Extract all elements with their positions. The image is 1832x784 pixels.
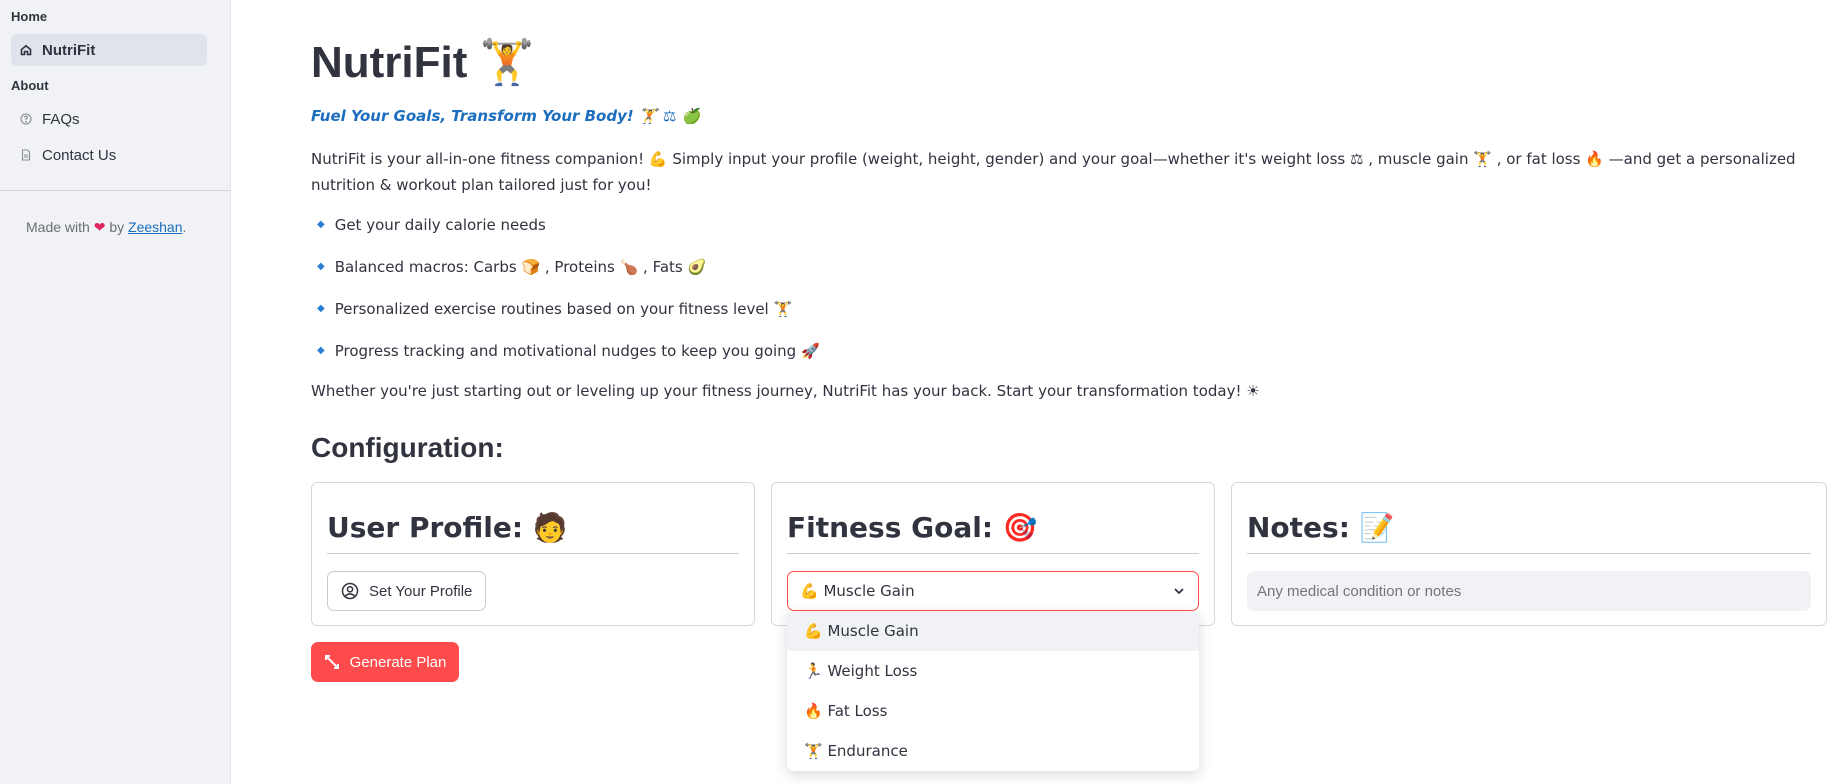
expand-arrows-icon: [324, 654, 340, 670]
list-item: ◆ Get your daily calorie needs: [311, 212, 820, 254]
list-item: ◆ Progress tracking and motivational nudg…: [311, 338, 820, 380]
dropdown-option-fat-loss[interactable]: 🔥 Fat Loss: [787, 691, 1199, 731]
user-profile-card: User Profile: 🧑 Set Your Profile: [311, 482, 755, 626]
fitness-goal-heading: Fitness Goal: 🎯: [787, 511, 1038, 544]
dropdown-option-endurance[interactable]: 🏋 Endurance: [787, 731, 1199, 771]
divider: [787, 553, 1199, 554]
diamond-bullet-icon: ◆: [317, 219, 325, 230]
home-icon: [20, 44, 32, 56]
user-profile-heading: User Profile: 🧑: [327, 511, 568, 544]
notes-heading: Notes: 📝: [1247, 511, 1395, 544]
fitness-goal-card: Fitness Goal: 🎯 💪 Muscle Gain: [771, 482, 1215, 626]
notes-input[interactable]: [1247, 571, 1811, 611]
help-circle-icon: [20, 113, 32, 125]
list-item: ◆ Personalized exercise routines based on…: [311, 296, 820, 338]
tagline: Fuel Your Goals, Transform Your Body! 🏋 …: [311, 107, 701, 125]
sidebar-item-contact-us[interactable]: Contact Us: [11, 139, 207, 171]
description: NutriFit is your all-in-one fitness comp…: [311, 150, 1796, 194]
user-circle-icon: [341, 582, 359, 600]
select-value: 💪 Muscle Gain: [800, 582, 915, 600]
diamond-bullet-icon: ◆: [317, 303, 325, 314]
set-profile-button[interactable]: Set Your Profile: [327, 571, 487, 611]
author-link[interactable]: Zeeshan: [128, 219, 182, 235]
closing-text: Whether you're just starting out or leve…: [311, 382, 1260, 400]
sidebar-item-faqs[interactable]: FAQs: [11, 103, 207, 135]
sidebar-item-label: Contact Us: [42, 146, 117, 164]
sidebar-item-label: FAQs: [42, 110, 80, 128]
sidebar-divider: [0, 190, 231, 191]
generate-plan-button[interactable]: Generate Plan: [311, 642, 459, 682]
made-with-footer: Made with ❤ by Zeeshan.: [26, 219, 187, 236]
document-icon: [20, 149, 32, 161]
weightlifter-icon: 🏋: [479, 37, 535, 88]
chevron-down-icon: [1172, 584, 1186, 598]
sidebar-item-nutrifit[interactable]: NutriFit: [11, 34, 207, 66]
divider: [327, 553, 739, 554]
nav-section-home: Home: [11, 9, 48, 24]
sidebar-item-label: NutriFit: [42, 41, 96, 59]
fitness-goal-select[interactable]: 💪 Muscle Gain: [787, 571, 1199, 611]
dropdown-option-muscle-gain[interactable]: 💪 Muscle Gain: [787, 611, 1199, 651]
sidebar: Home NutriFit About FAQs Contact Us Made…: [0, 0, 231, 784]
divider: [1247, 553, 1811, 554]
heart-icon: ❤: [93, 220, 106, 236]
notes-card: Notes: 📝: [1231, 482, 1827, 626]
list-item: ◆ Balanced macros: Carbs 🍞 , Proteins 🍗 ,…: [311, 254, 820, 296]
fitness-goal-dropdown: 💪 Muscle Gain 🏃 Weight Loss 🔥 Fat Loss 🏋…: [787, 611, 1199, 771]
page-title: NutriFit 🏋: [311, 37, 535, 88]
diamond-bullet-icon: ◆: [317, 345, 325, 356]
nav-section-about: About: [11, 78, 49, 93]
feature-list: ◆ Get your daily calorie needs ◆ Balanced …: [311, 212, 820, 380]
dropdown-option-weight-loss[interactable]: 🏃 Weight Loss: [787, 651, 1199, 691]
configuration-heading: Configuration:: [311, 432, 504, 463]
diamond-bullet-icon: ◆: [317, 261, 325, 272]
